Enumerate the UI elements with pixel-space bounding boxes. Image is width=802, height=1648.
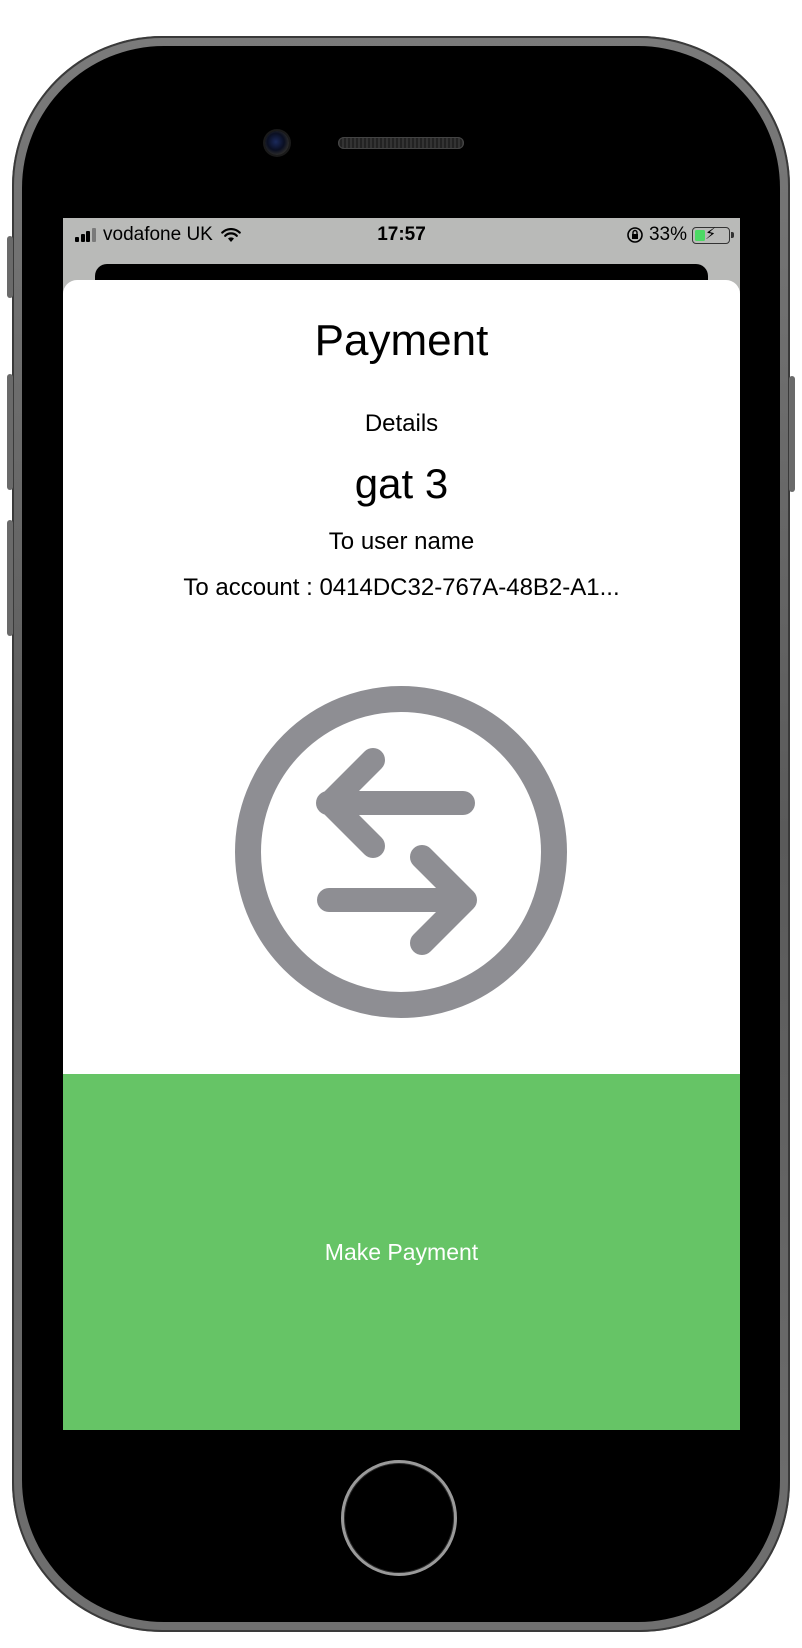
make-payment-label: Make Payment — [324, 1238, 479, 1265]
details-label: Details — [364, 410, 439, 437]
volume-down-button — [7, 520, 13, 636]
battery-charging-icon: ⚡ — [692, 225, 734, 244]
status-right: 33% ⚡ — [626, 224, 734, 246]
orientation-lock-icon — [627, 227, 643, 243]
page-title: Payment — [314, 316, 489, 365]
battery-level-fill — [695, 229, 705, 241]
earpiece-speaker — [338, 137, 464, 149]
status-bar: vodafone UK 17:57 33% ⚡ — [63, 218, 740, 252]
battery-percent: 33% — [648, 224, 687, 245]
volume-up-button — [7, 374, 13, 490]
to-user-name: To user name — [328, 528, 475, 555]
phone-screen: vodafone UK 17:57 33% ⚡ Payment Details … — [63, 218, 740, 1430]
to-account: To account : 0414DC32-767A-48B2-A1... — [183, 574, 620, 601]
transfer-arrows-icon — [235, 686, 567, 1018]
charging-bolt-icon: ⚡ — [705, 225, 717, 243]
mute-switch — [7, 236, 13, 298]
power-button — [789, 376, 795, 492]
battery-cap — [731, 231, 734, 238]
make-payment-button[interactable]: Make Payment — [63, 1074, 740, 1430]
front-camera — [265, 131, 289, 155]
recipient-name: gat 3 — [354, 460, 449, 507]
home-button[interactable] — [341, 1460, 457, 1576]
payment-sheet: Payment Details gat 3 To user name To ac… — [63, 280, 740, 1430]
